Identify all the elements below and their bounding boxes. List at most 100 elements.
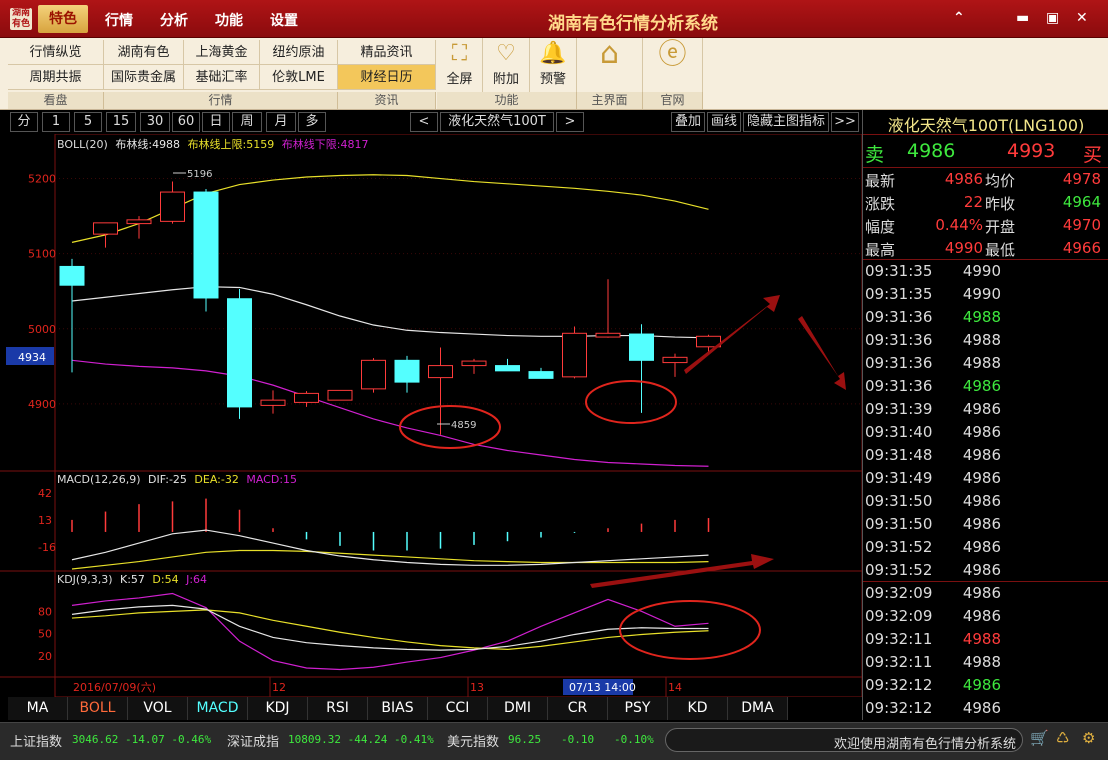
hide-indicators-button[interactable]: 隐藏主图指标 [743,112,829,132]
tick-time: 09:32:12 [865,676,933,694]
title-bar: 湖南 有色 特色 行情 分析 功能 设置 湖南有色行情分析系统 ⌃ ▬ ▣ ✕ [0,0,1108,38]
refresh-icon[interactable]: ♺ [1056,729,1069,747]
overlay-button[interactable]: 叠加 [671,112,705,132]
btn-finance-calendar[interactable]: 财经日历 [338,65,436,90]
period-week[interactable]: 周 [232,112,262,132]
period-month[interactable]: 月 [266,112,296,132]
candle-body [260,399,286,406]
settings-icon[interactable]: ⚙ [1082,729,1095,747]
stat-label: 最新 [865,172,896,190]
btn-attach[interactable]: ♡ 附加 [483,38,530,92]
tab-bias[interactable]: BIAS [368,697,428,720]
boll-mid-label: 布林线:4988 [115,137,180,151]
stat-label: 最高 [865,241,896,259]
btn-shanghai-gold[interactable]: 上海黄金 [184,40,260,65]
period-minute[interactable]: 分 [10,112,38,132]
macd-tick-label: -16 [38,541,56,554]
tick-price: 4990 [962,285,1001,303]
stat-label: 开盘 [985,218,1016,236]
tick-time: 09:31:49 [865,469,933,487]
tick-price: 4988 [962,308,1001,326]
btn-premium-news[interactable]: 精品资讯 [338,40,436,65]
quote-title: 液化天然气100T(LNG100) [887,116,1085,135]
btn-intl-precious-metals[interactable]: 国际贵金属 [104,65,184,90]
kline-chart[interactable]: 5200 5100 5000 4900 42 13 -16 80 50 20 4934 BOL… [0,134,862,697]
btn-alert[interactable]: 🔔 预警 [530,38,577,92]
stat-label: 均价 [985,172,1016,190]
candle-body [93,222,118,235]
btn-market-overview[interactable]: 行情纵览 [8,40,104,65]
x-label-14: 14 [668,681,682,694]
period-60[interactable]: 60 [172,112,200,132]
btn-home[interactable]: ⌂ [577,38,643,92]
next-symbol-button[interactable]: > [556,112,584,132]
tab-dmi[interactable]: DMI [488,697,548,720]
tab-dma[interactable]: DMA [728,697,788,720]
menu-functions[interactable]: 功能 [215,10,243,30]
period-more[interactable]: 多 [298,112,326,132]
prev-symbol-button[interactable]: < [410,112,438,132]
group-functions: 功能 [437,92,577,109]
draw-line-button[interactable]: 画线 [707,112,741,132]
collapse-icon[interactable]: ⌃ [953,10,965,26]
candle[interactable] [361,358,386,393]
tick-time: 09:31:39 [865,400,933,418]
period-day[interactable]: 日 [202,112,230,132]
tab-rsi[interactable]: RSI [308,697,368,720]
period-30[interactable]: 30 [140,112,170,132]
candle[interactable] [227,288,252,419]
kdj-tick-label: 80 [38,605,52,618]
tick-price: 4986 [962,492,1001,510]
period-1[interactable]: 1 [42,112,70,132]
cart-icon[interactable]: 🛒 [1030,729,1049,747]
tab-psy[interactable]: PSY [608,697,668,720]
tab-macd[interactable]: MACD [188,697,248,720]
btn-ny-crude[interactable]: 纽约原油 [260,40,338,65]
minimize-icon[interactable]: ▬ [1016,10,1029,26]
btn-hunan-nonferrous[interactable]: 湖南有色 [104,40,184,65]
period-5[interactable]: 5 [74,112,102,132]
tick-time: 09:31:52 [865,538,933,556]
tab-cr[interactable]: CR [548,697,608,720]
tick-time: 09:32:09 [865,584,933,602]
btn-base-fx[interactable]: 基础汇率 [184,65,260,90]
symbol-selector[interactable]: 液化天然气100T [440,112,554,132]
candle-body [294,392,319,403]
marquee-box: 欢迎使用湖南有色行情分析系统 [665,728,1023,752]
menu-quotes[interactable]: 行情 [105,10,133,30]
maximize-icon[interactable]: ▣ [1046,10,1059,26]
sz-index-value: 10809.32 -44.24 -0.41% [288,733,434,746]
candle[interactable] [193,189,219,312]
status-bar: 上证指数 3046.62 -14.07 -0.46% 深证成指 10809.32… [0,722,1108,760]
price-tick-label: 5000 [28,323,56,336]
menu-settings[interactable]: 设置 [270,10,298,30]
stat-value: 0.44% [935,216,983,234]
candle[interactable] [327,389,353,401]
tab-ma[interactable]: MA [8,697,68,720]
btn-london-lme[interactable]: 伦敦LME [260,65,338,90]
btn-website[interactable]: ⓔ [643,38,703,92]
btn-period-resonance[interactable]: 周期共振 [8,65,104,90]
menu-analysis[interactable]: 分析 [160,10,188,30]
candle[interactable] [562,326,587,379]
close-icon[interactable]: ✕ [1076,10,1088,26]
tab-kd[interactable]: KD [668,697,728,720]
tab-boll[interactable]: BOLL [68,697,128,720]
period-15[interactable]: 15 [106,112,136,132]
macd-name: MACD(12,26,9) [57,473,141,486]
expand-button[interactable]: >> [831,112,859,132]
tab-vol[interactable]: VOL [128,697,188,720]
macd-tick-label: 13 [38,514,52,527]
group-quotes: 行情 [104,92,338,109]
tick-price: 4986 [962,515,1001,533]
tab-kdj[interactable]: KDJ [248,697,308,720]
fullscreen-icon: ⛶ [451,41,468,66]
btn-fullscreen[interactable]: ⛶ 全屏 [437,38,483,92]
candle-body [361,359,386,390]
crosshair-date-label: 07/13 14:00 [569,681,636,694]
group-news: 资讯 [338,92,436,109]
tick-price: 4986 [962,584,1001,602]
tab-cci[interactable]: CCI [428,697,488,720]
menu-featured[interactable]: 特色 [38,5,88,33]
candle-body [629,333,654,361]
